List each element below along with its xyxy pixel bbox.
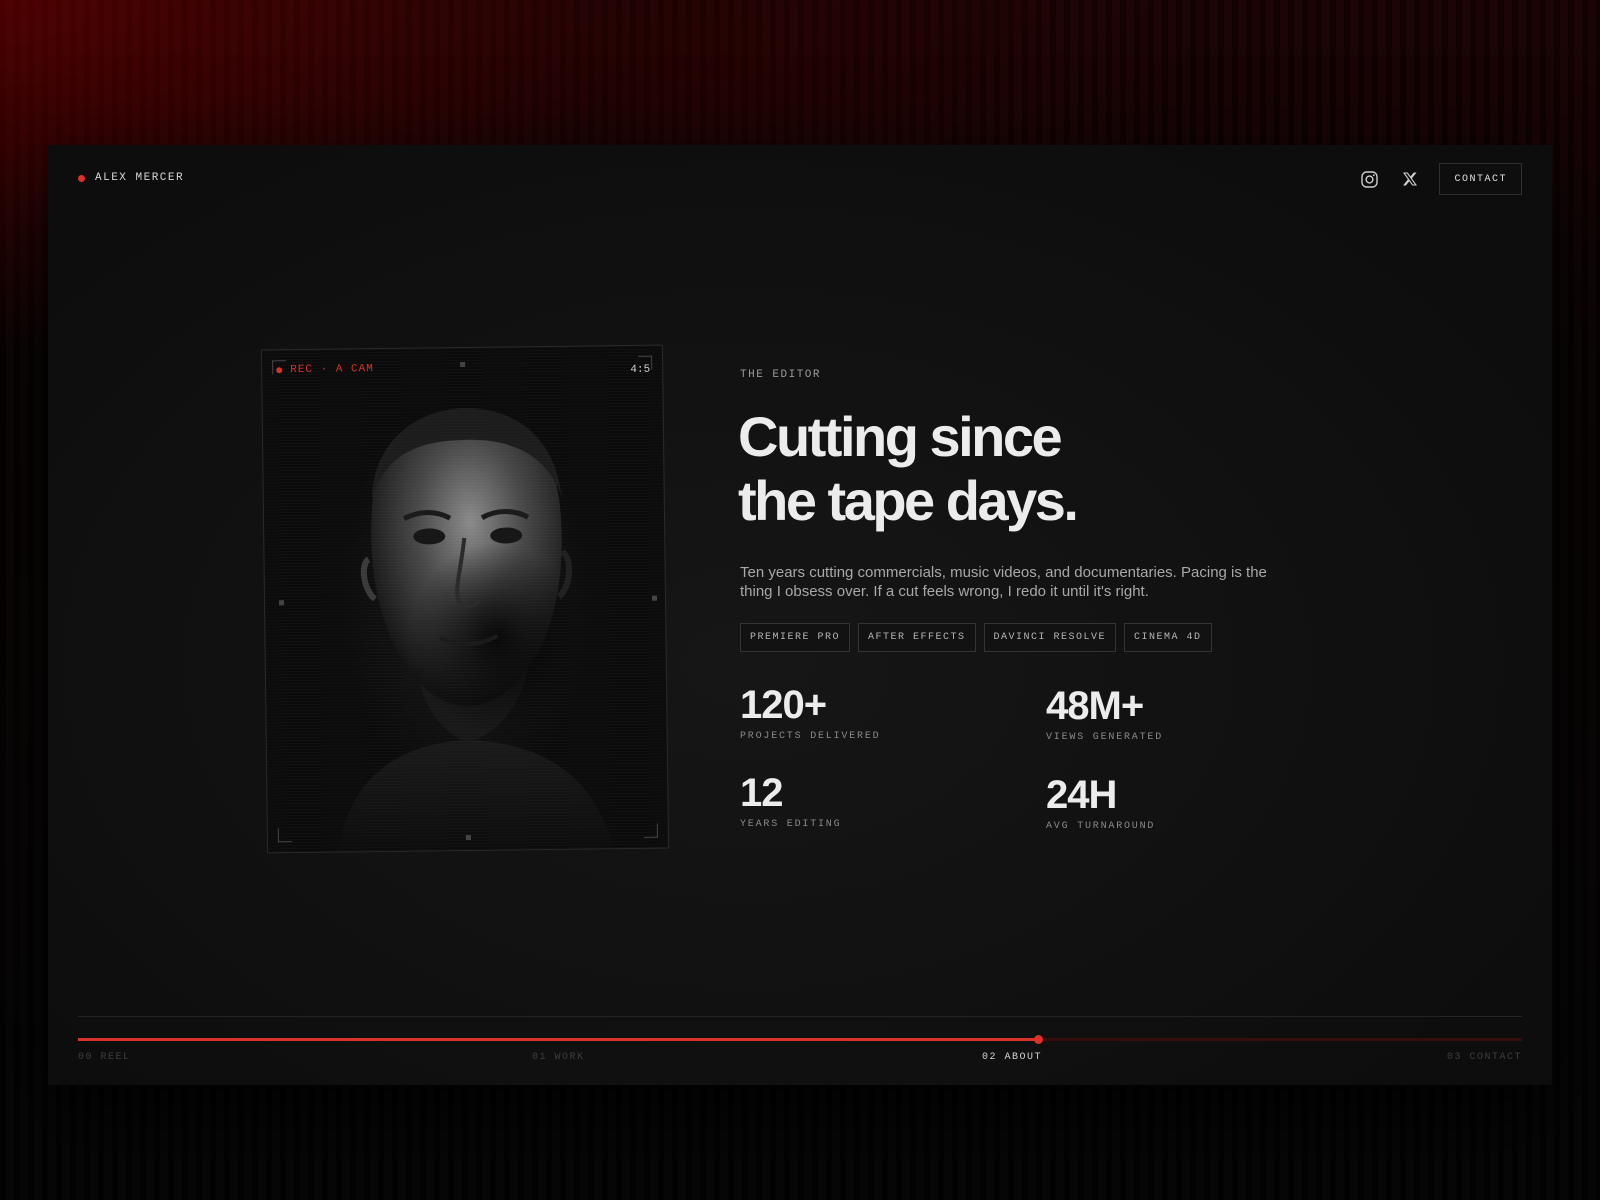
chapter-nav: 00 REEL 01 WORK 02 ABOUT 03 CONTACT: [78, 1052, 1522, 1068]
top-nav: CONTACT: [1351, 163, 1522, 195]
stat-label: YEARS EDITING: [740, 819, 842, 830]
chapter-reel[interactable]: 00 REEL: [78, 1052, 131, 1063]
frame-tick-left: [279, 600, 285, 606]
skill-tag: PREMIERE PRO: [740, 623, 851, 652]
skill-tag: DAVINCI RESOLVE: [983, 623, 1117, 652]
skill-tag: AFTER EFFECTS: [858, 623, 976, 652]
stat-value: 24H: [1046, 773, 1117, 817]
frame-tick-right: [651, 595, 658, 601]
contact-button[interactable]: CONTACT: [1439, 163, 1522, 195]
frame-tick-bottom: [465, 834, 471, 841]
stat-turnaround: 24H AVG TURNAROUND: [1046, 775, 1155, 832]
headline-line-1: Cutting since: [738, 405, 1063, 468]
aspect-ratio-label: 4:5: [630, 363, 651, 376]
rec-indicator: REC · A CAM: [276, 363, 374, 376]
brand[interactable]: ALEX MERCER: [78, 172, 184, 184]
chapter-about[interactable]: 02 ABOUT: [982, 1052, 1042, 1063]
scroll-progress-fill: [78, 1038, 1039, 1041]
stat-label: AVG TURNAROUND: [1046, 821, 1156, 832]
timeline-divider: [78, 1016, 1522, 1017]
frame-corner-bottom-right: [643, 823, 658, 838]
live-dot-icon: [78, 174, 85, 182]
skill-tag: CINEMA 4D: [1124, 623, 1212, 652]
scroll-progress-track[interactable]: [78, 1035, 1522, 1044]
instagram-icon: [1361, 170, 1378, 188]
scroll-progress-knob[interactable]: [1034, 1035, 1044, 1044]
frame-corner-bottom-left: [277, 828, 292, 843]
stat-value: 48M+: [1046, 684, 1144, 728]
chapter-work[interactable]: 01 WORK: [532, 1052, 585, 1063]
brand-name: ALEX MERCER: [95, 172, 185, 184]
instagram-link[interactable]: [1351, 163, 1387, 195]
camera-frame: REC · A CAM 4:5: [260, 344, 670, 854]
stat-years: 12 YEARS EDITING: [740, 773, 841, 830]
bio-text: Ten years cutting commercials, music vid…: [740, 564, 1267, 600]
stat-label: PROJECTS DELIVERED: [740, 731, 881, 742]
stat-label: VIEWS GENERATED: [1046, 732, 1164, 743]
stat-value: 12: [740, 771, 784, 815]
chapter-contact[interactable]: 03 CONTACT: [1447, 1052, 1522, 1063]
headline-line-2: the tape days.: [738, 469, 1079, 532]
x-link[interactable]: [1392, 163, 1428, 195]
stat-projects: 120+ PROJECTS DELIVERED: [740, 685, 880, 742]
skill-tags: PREMIERE PRO AFTER EFFECTS DAVINCI RESOL…: [740, 623, 1212, 652]
section-eyebrow: THE EDITOR: [740, 369, 822, 381]
rec-label: REC · A CAM: [290, 363, 374, 377]
stat-views: 48M+ VIEWS GENERATED: [1046, 686, 1163, 743]
record-dot-icon: [276, 367, 283, 374]
frame-tick-top: [460, 361, 466, 368]
hero-headline: Cutting since the tape days.: [738, 405, 1298, 533]
scanline-overlay: [261, 345, 669, 853]
site-window: ALEX MERCER CONTACT REC · A CAM 4:5 THE …: [48, 145, 1552, 1085]
x-icon: [1403, 172, 1418, 186]
stat-value: 120+: [740, 683, 827, 727]
